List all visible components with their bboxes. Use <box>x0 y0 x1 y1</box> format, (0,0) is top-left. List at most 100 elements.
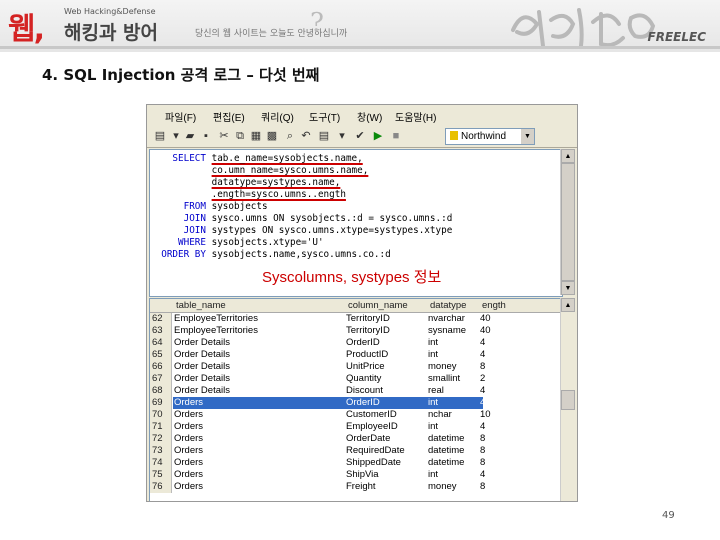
calligraphy-logo <box>511 8 656 48</box>
table-row[interactable]: 73 Orders RequiredDate datetime 8 <box>150 445 562 457</box>
new-icon[interactable]: ▾ <box>169 129 183 143</box>
table-cell: int <box>428 421 439 432</box>
table-row[interactable]: 72 Orders OrderDate datetime 8 <box>150 433 562 445</box>
find-icon[interactable]: ⌕ <box>283 129 297 143</box>
table-row[interactable]: 64 Order Details OrderID int 4 <box>150 337 562 349</box>
scroll-up-icon[interactable]: ▲ <box>561 149 575 163</box>
row-number[interactable]: 70 <box>150 409 172 421</box>
row-number[interactable]: 67 <box>150 373 172 385</box>
row-number[interactable]: 63 <box>150 325 172 337</box>
table-cell: Discount <box>346 385 383 396</box>
table-cell: datetime <box>428 457 465 468</box>
table-row[interactable]: 75 Orders ShipVia int 4 <box>150 469 562 481</box>
column-header[interactable]: table_name <box>176 300 226 311</box>
table-cell: 40 <box>480 313 491 324</box>
sql-editor[interactable]: SELECT tab.e_name=sysobjects.name, co.um… <box>149 149 563 297</box>
row-number[interactable]: 64 <box>150 337 172 349</box>
code-line: SELECT tab.e_name=sysobjects.name, <box>150 153 362 165</box>
row-number[interactable]: 75 <box>150 469 172 481</box>
column-header[interactable]: ength <box>482 300 506 311</box>
row-number[interactable]: 76 <box>150 481 172 493</box>
table-row[interactable]: 68 Order Details Discount real 4 <box>150 385 562 397</box>
execute-icon[interactable]: ▶ <box>371 129 385 143</box>
table-cell: Quantity <box>346 373 382 384</box>
publisher-logo: FREELEC <box>647 30 706 44</box>
row-number[interactable]: 72 <box>150 433 172 445</box>
table-cell: Orders <box>174 421 204 432</box>
table-cell: Orders <box>174 445 204 456</box>
table-cell: 8 <box>480 445 486 456</box>
grid-scrollbar[interactable]: ▲ <box>560 298 575 501</box>
column-header[interactable]: column_name <box>348 300 408 311</box>
table-row[interactable]: 67 Order Details Quantity smallint 2 <box>150 373 562 385</box>
code-line: JOIN systypes ON sysco.umns.xtype=systyp… <box>150 225 453 237</box>
table-cell: 8 <box>480 457 486 468</box>
undo-icon[interactable]: ↶ <box>299 129 313 143</box>
table-cell: sysname <box>428 325 467 336</box>
row-number[interactable]: 68 <box>150 385 172 397</box>
table-cell: money <box>428 481 457 492</box>
table-cell: 4 <box>480 349 486 360</box>
menu-tools[interactable]: 도구(T) <box>309 109 340 124</box>
editor-scrollbar[interactable]: ▲ ▼ <box>560 149 575 295</box>
annotation-callout: Syscolumns, systypes 정보 <box>262 269 442 286</box>
sql-keyword: ORDER BY <box>161 249 206 260</box>
table-row[interactable]: 63 EmployeeTerritories TerritoryID sysname 4… <box>150 325 562 337</box>
table-cell: smallint <box>428 373 461 384</box>
open-icon[interactable]: ▰ <box>183 129 197 143</box>
row-number[interactable]: 62 <box>150 313 172 325</box>
row-number[interactable]: 65 <box>150 349 172 361</box>
menu-bar: 파일(F) 편집(E) 쿼리(Q) 도구(T) 창(W) 도움말(H) <box>147 105 577 125</box>
table-row[interactable]: 66 Order Details UnitPrice money 8 <box>150 361 562 373</box>
table-row[interactable]: 71 Orders EmployeeID int 4 <box>150 421 562 433</box>
table-row[interactable]: 62 EmployeeTerritories TerritoryID nvarchar… <box>150 313 562 325</box>
database-name: Northwind <box>461 131 507 142</box>
dropdown-icon[interactable]: ▾ <box>335 129 349 143</box>
table-row[interactable]: 76 Orders Freight money 8 <box>150 481 562 493</box>
table-cell: 8 <box>480 361 486 372</box>
table-cell: EmployeeTerritories <box>174 325 258 336</box>
menu-edit[interactable]: 편집(E) <box>213 109 245 124</box>
table-row[interactable]: 69 Orders OrderID int 4 <box>150 397 562 409</box>
scroll-up-icon[interactable]: ▲ <box>561 298 575 312</box>
table-cell: UnitPrice <box>346 361 385 372</box>
sql-expr: sysobjects <box>211 201 268 212</box>
row-number[interactable]: 69 <box>150 397 172 409</box>
menu-window[interactable]: 창(W) <box>357 109 382 124</box>
table-cell: EmployeeID <box>346 421 398 432</box>
scroll-thumb[interactable] <box>561 163 575 281</box>
table-cell: EmployeeTerritories <box>174 313 258 324</box>
row-number[interactable]: 66 <box>150 361 172 373</box>
sql-expr: sysobjects.xtype='U' <box>211 237 324 248</box>
banner-divider <box>0 46 720 49</box>
chevron-down-icon[interactable]: ▼ <box>521 129 534 144</box>
table-cell: real <box>428 385 444 396</box>
table-row[interactable]: 74 Orders ShippedDate datetime 8 <box>150 457 562 469</box>
table-cell: int <box>428 337 439 348</box>
save-icon[interactable]: ▪ <box>199 129 213 143</box>
row-number[interactable]: 74 <box>150 457 172 469</box>
code-line: co.umn_name=sysco.umns.name, <box>150 165 369 177</box>
clear-icon[interactable]: ▩ <box>265 129 279 143</box>
execute-check-icon[interactable]: ✔ <box>353 129 367 143</box>
scroll-down-icon[interactable]: ▼ <box>561 281 575 295</box>
menu-help[interactable]: 도움말(H) <box>395 109 436 124</box>
copy-icon[interactable]: ⧉ <box>233 129 247 143</box>
menu-file[interactable]: 파일(F) <box>165 109 196 124</box>
sql-file-icon[interactable]: ▤ <box>153 129 167 143</box>
mode-icon[interactable]: ▤ <box>317 129 331 143</box>
table-row[interactable]: 70 Orders CustomerID nchar 10 <box>150 409 562 421</box>
table-cell: 40 <box>480 325 491 336</box>
database-select[interactable]: Northwind ▼ <box>445 128 535 145</box>
scroll-thumb[interactable] <box>561 390 575 410</box>
cut-icon[interactable]: ✂ <box>217 129 231 143</box>
menu-query[interactable]: 쿼리(Q) <box>261 109 294 124</box>
column-header[interactable]: datatype <box>430 300 466 311</box>
paste-icon[interactable]: ▦ <box>249 129 263 143</box>
table-cell: ShipVia <box>346 469 379 480</box>
row-number[interactable]: 73 <box>150 445 172 457</box>
table-row[interactable]: 65 Order Details ProductID int 4 <box>150 349 562 361</box>
row-number[interactable]: 71 <box>150 421 172 433</box>
stop-icon[interactable]: ■ <box>389 129 403 143</box>
table-cell: int <box>428 349 439 360</box>
